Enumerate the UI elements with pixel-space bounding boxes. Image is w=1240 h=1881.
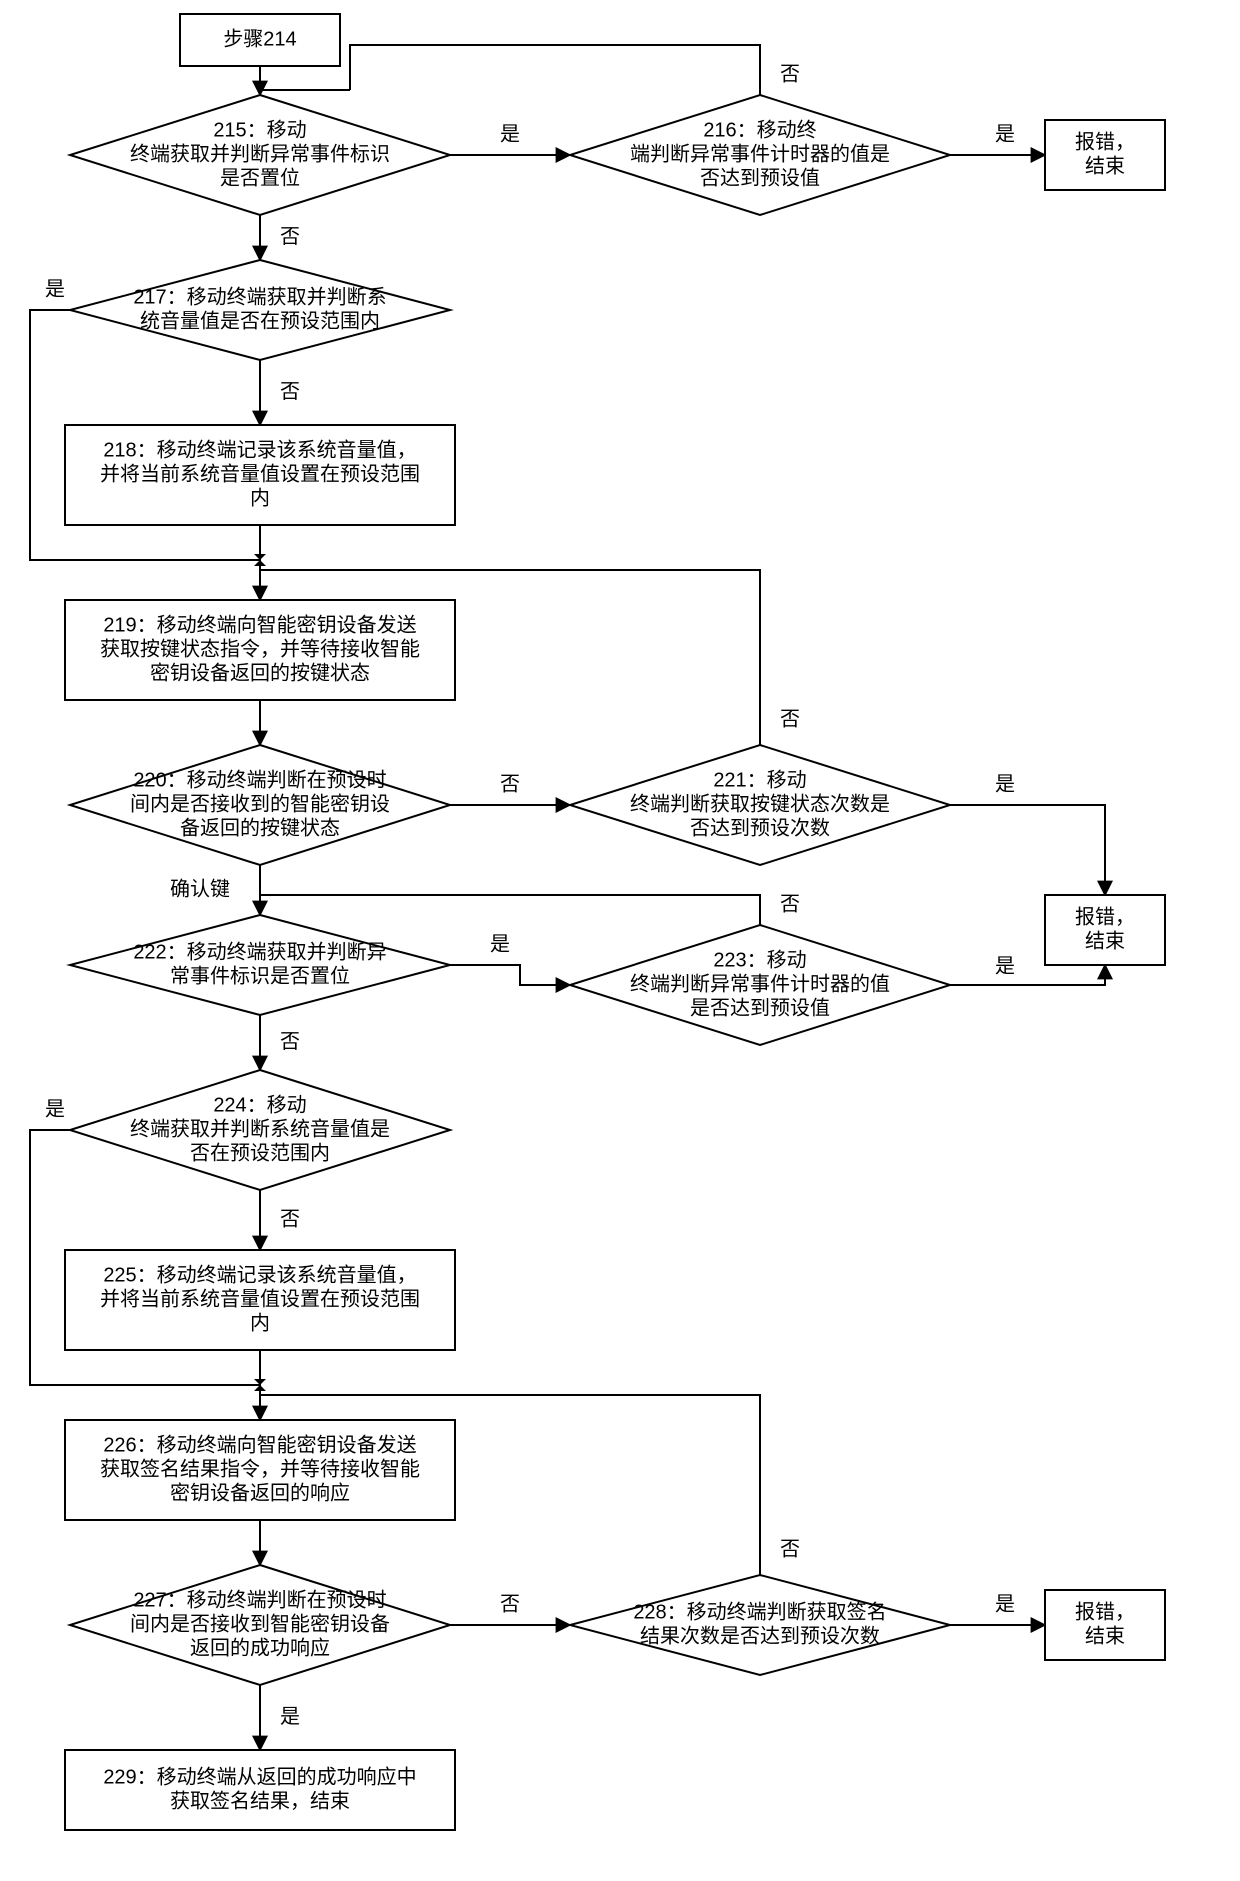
flow-text-n225-line2: 内 bbox=[250, 1311, 270, 1334]
flow-edge-17 bbox=[950, 965, 1105, 985]
flow-edge-label-3: 否 bbox=[780, 63, 800, 85]
flow-text-n222-line1: 常事件标识是否置位 bbox=[170, 964, 350, 987]
flow-text-n225-line0: 225：移动终端记录该系统音量值， bbox=[103, 1263, 416, 1286]
flowchart-diagram: 步骤214 215：移动终端获取并判断异常事件标识是否置位 216：移动终端判断异常… bbox=[0, 0, 1240, 1881]
flow-edge-label-2: 是 bbox=[995, 123, 1015, 145]
flow-text-n218-line0: 218：移动终端记录该系统音量值， bbox=[103, 438, 416, 461]
flow-text-n218-line1: 并将当前系统音量值设置在预设范围 bbox=[100, 462, 420, 485]
flow-edge-label-1: 是 bbox=[500, 123, 520, 145]
flow-text-n220-line1: 间内是否接收到的智能密钥设 bbox=[130, 792, 390, 815]
flow-edge-label-16: 是 bbox=[490, 933, 510, 955]
flow-text-n225-line1: 并将当前系统音量值设置在预设范围 bbox=[100, 1287, 420, 1310]
flow-edge-label-26: 否 bbox=[500, 1593, 520, 1615]
flow-edge-3 bbox=[350, 45, 760, 95]
flow-edge-label-13: 否 bbox=[780, 708, 800, 730]
flow-text-n221-line0: 221：移动 bbox=[713, 768, 806, 791]
flow-edge-label-18: 否 bbox=[780, 893, 800, 915]
flow-edge-label-7: 否 bbox=[280, 381, 300, 403]
flow-text-n221-line1: 终端判断获取按键状态次数是 bbox=[630, 792, 890, 815]
flow-text-err2-line1: 结束 bbox=[1085, 929, 1125, 952]
flow-text-n216-line2: 否达到预设值 bbox=[700, 166, 820, 189]
flow-text-n216-line1: 端判断异常事件计时器的值是 bbox=[630, 142, 890, 165]
flow-text-n219-line0: 219：移动终端向智能密钥设备发送 bbox=[103, 613, 416, 636]
flow-text-n226-line2: 密钥设备返回的响应 bbox=[170, 1481, 350, 1504]
flow-edge-label-11: 否 bbox=[500, 773, 520, 795]
flow-text-n221-line2: 否达到预设次数 bbox=[690, 816, 830, 839]
flow-edge-label-21: 是 bbox=[45, 1098, 65, 1120]
flow-edge-label-5: 否 bbox=[280, 226, 300, 248]
flow-edge-label-17: 是 bbox=[995, 955, 1015, 977]
flow-text-n215-line0: 215：移动 bbox=[213, 118, 306, 141]
flow-edge-label-20: 否 bbox=[280, 1031, 300, 1053]
flow-edge-label-27: 是 bbox=[995, 1593, 1015, 1615]
flow-text-n220-line0: 220：移动终端判断在预设时 bbox=[133, 768, 386, 791]
flow-text-n226-line1: 获取签名结果指令，并等待接收智能 bbox=[100, 1457, 420, 1480]
flow-text-n219-line2: 密钥设备返回的按键状态 bbox=[150, 661, 370, 684]
flow-text-n229-line0: 229：移动终端从返回的成功响应中 bbox=[103, 1765, 416, 1788]
flow-text-n228-line1: 结果次数是否达到预设次数 bbox=[640, 1624, 880, 1647]
flow-text-n224-line1: 终端获取并判断系统音量值是 bbox=[130, 1117, 390, 1140]
flow-edge-label-22: 否 bbox=[280, 1208, 300, 1230]
flow-text-err3-line0: 报错， bbox=[1075, 1600, 1135, 1623]
flow-edge-18 bbox=[380, 895, 760, 925]
flow-text-n220-line2: 备返回的按键状态 bbox=[180, 816, 340, 839]
flow-text-n227-line1: 间内是否接收到智能密钥设备 bbox=[130, 1612, 390, 1635]
flow-text-n222-line0: 222：移动终端获取并判断异 bbox=[133, 940, 386, 963]
flow-edge-label-6: 是 bbox=[45, 278, 65, 300]
flow-text-n215-line2: 是否置位 bbox=[220, 166, 300, 189]
flow-text-n219-line1: 获取按键状态指令，并等待接收智能 bbox=[100, 637, 420, 660]
flow-text-n216-line0: 216：移动终 bbox=[703, 118, 816, 141]
flow-text-n223-line1: 终端判断异常事件计时器的值 bbox=[630, 972, 890, 995]
flow-edge-label-15: 确认键 bbox=[170, 877, 230, 900]
flow-edge-12 bbox=[950, 805, 1105, 895]
flow-text-n224-line2: 否在预设范围内 bbox=[190, 1141, 330, 1164]
flow-edge-label-30: 是 bbox=[280, 1706, 300, 1728]
flow-text-n214-line0: 步骤214 bbox=[223, 27, 296, 50]
flow-text-err2-line0: 报错， bbox=[1075, 905, 1135, 928]
flow-text-n228-line0: 228：移动终端判断获取签名 bbox=[633, 1600, 886, 1623]
flow-text-err3-line1: 结束 bbox=[1085, 1624, 1125, 1647]
flow-text-n226-line0: 226：移动终端向智能密钥设备发送 bbox=[103, 1433, 416, 1456]
flow-text-err1-line1: 结束 bbox=[1085, 154, 1125, 177]
flow-text-n217-line1: 统音量值是否在预设范围内 bbox=[140, 309, 380, 332]
flow-text-n217-line0: 217：移动终端获取并判断系 bbox=[133, 285, 386, 308]
flow-text-n215-line1: 终端获取并判断异常事件标识 bbox=[130, 142, 390, 165]
flow-text-n223-line0: 223：移动 bbox=[713, 948, 806, 971]
flow-text-n229-line1: 获取签名结果，结束 bbox=[170, 1789, 350, 1812]
flow-text-n224-line0: 224：移动 bbox=[213, 1093, 306, 1116]
flow-edge-label-28: 否 bbox=[780, 1538, 800, 1560]
flow-text-n218-line2: 内 bbox=[250, 486, 270, 509]
flow-edge-16 bbox=[450, 965, 570, 985]
flow-text-n227-line0: 227：移动终端判断在预设时 bbox=[133, 1588, 386, 1611]
flow-edge-label-12: 是 bbox=[995, 773, 1015, 795]
flow-text-n227-line2: 返回的成功响应 bbox=[190, 1636, 330, 1659]
flow-text-n223-line2: 是否达到预设值 bbox=[690, 996, 830, 1019]
flow-text-err1-line0: 报错， bbox=[1075, 130, 1135, 153]
